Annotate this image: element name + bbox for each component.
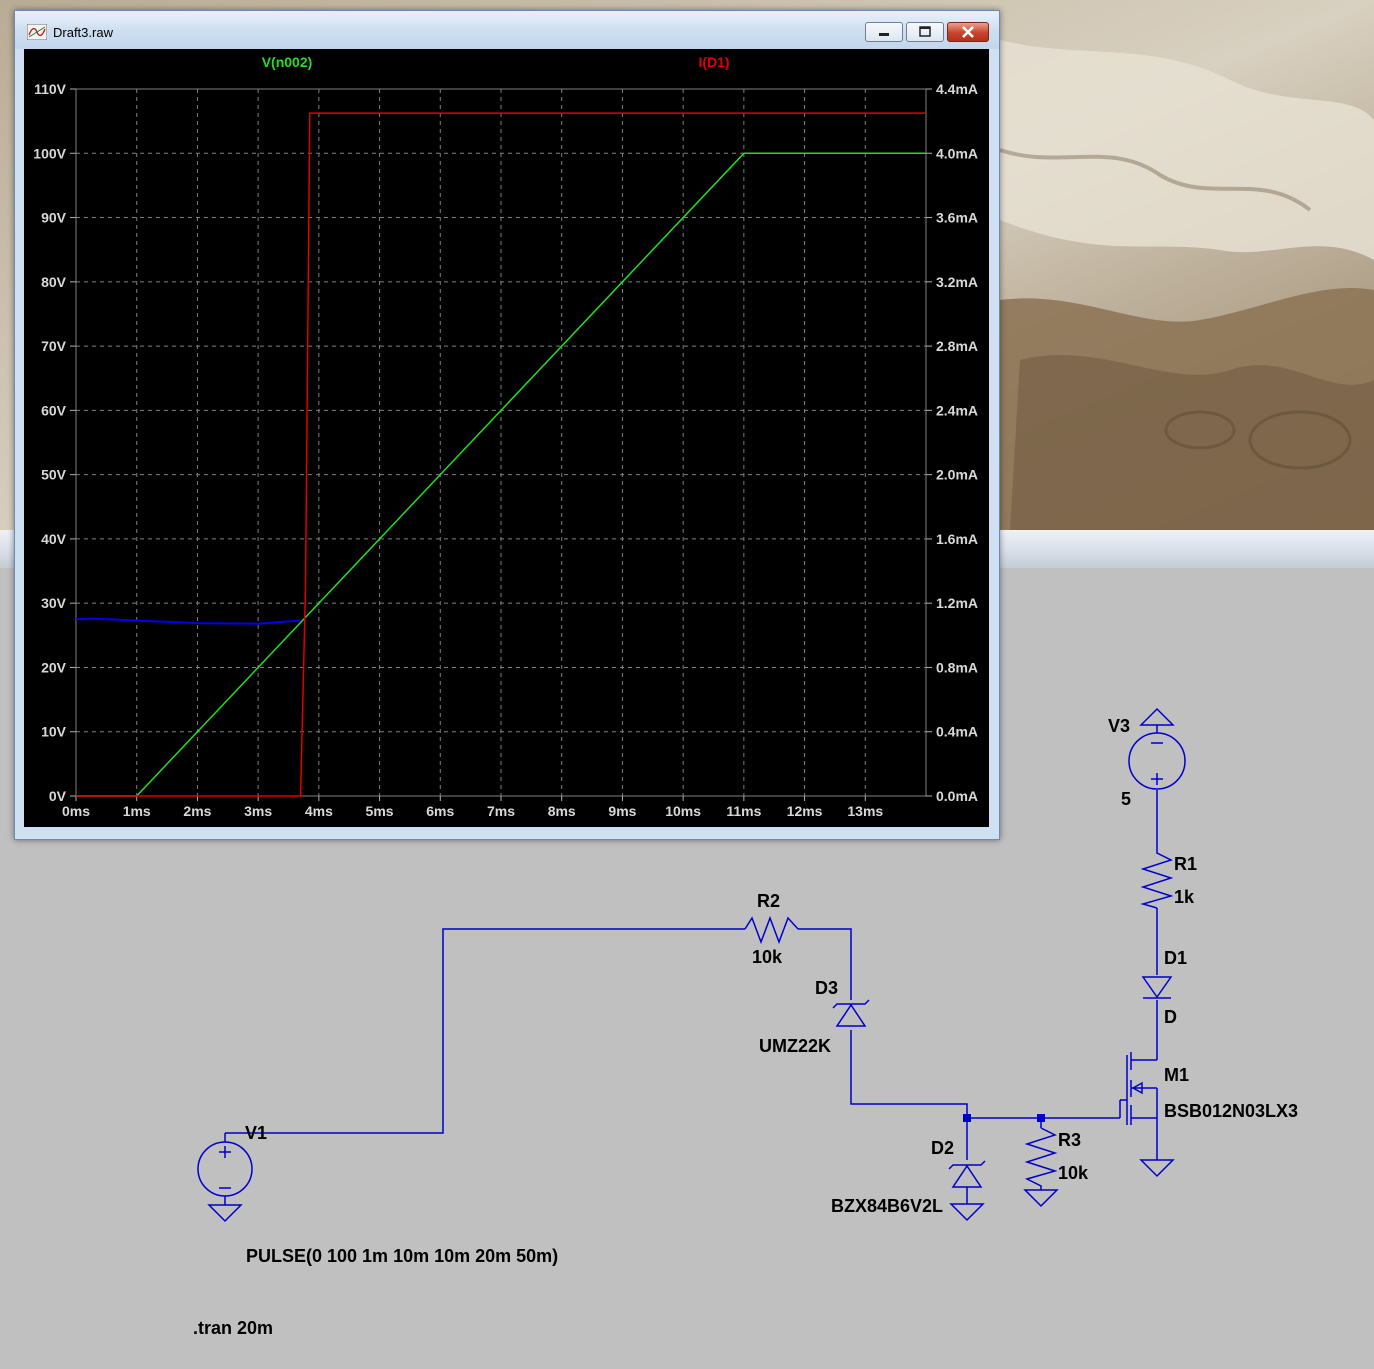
maximize-button[interactable] — [906, 22, 944, 42]
minimize-icon — [879, 33, 889, 36]
y-right-tick-label: 1.6mA — [936, 531, 978, 547]
y-right-tick-label: 2.8mA — [936, 338, 978, 354]
y-right-tick-label: 0.8mA — [936, 659, 978, 675]
x-tick-label: 2ms — [183, 803, 211, 819]
d2-value-label[interactable]: BZX84B6V2L — [831, 1196, 943, 1217]
x-tick-label: 5ms — [366, 803, 394, 819]
x-tick-label: 12ms — [787, 803, 823, 819]
y-left-tick-label: 90V — [41, 210, 67, 226]
y-right-tick-label: 2.0mA — [936, 467, 978, 483]
y-left-tick-label: 40V — [41, 531, 67, 547]
y-right-tick-label: 4.0mA — [936, 145, 978, 161]
v3-name-label[interactable]: V3 — [1108, 716, 1130, 737]
window-titlebar[interactable]: Draft3.raw — [15, 11, 999, 49]
wire-d3-to-node — [850, 1030, 1120, 1119]
y-right-tick-label: 1.2mA — [936, 595, 978, 611]
y-left-tick-label: 30V — [41, 595, 67, 611]
r2-resistor-symbol — [744, 915, 799, 945]
d1-name-label[interactable]: D1 — [1164, 948, 1187, 969]
waveform-app-icon — [27, 24, 47, 40]
d3-zener-symbol — [832, 999, 870, 1027]
legend-i-d1: I(D1) — [698, 54, 729, 70]
y-left-tick-label: 100V — [33, 145, 66, 161]
y-left-tick-label: 10V — [41, 724, 67, 740]
x-tick-label: 13ms — [847, 803, 883, 819]
junction-dot-r3 — [1037, 1114, 1045, 1122]
r1-resistor-symbol — [1140, 850, 1174, 909]
series-line — [75, 617, 301, 625]
r1-name-label[interactable]: R1 — [1174, 854, 1197, 875]
tran-directive[interactable]: .tran 20m — [193, 1318, 273, 1339]
x-tick-label: 9ms — [608, 803, 636, 819]
x-tick-label: 10ms — [665, 803, 701, 819]
plot-area[interactable]: 0ms 1ms 2ms 3ms 4ms 5ms 6ms 7ms 8ms 9ms 10ms 11ms 12… — [24, 49, 989, 827]
waveform-window[interactable]: Draft3.raw 0ms 1ms 2ms 3ms 4ms 5ms 6ms 7ms 8ms 9m… — [14, 10, 1000, 840]
d3-value-label[interactable]: UMZ22K — [759, 1036, 831, 1057]
y-right-tick-label: 3.6mA — [936, 210, 978, 226]
junction-dot-d2 — [963, 1114, 971, 1122]
v3-value-label[interactable]: 5 — [1121, 789, 1131, 810]
y-left-tick-label: 110V — [34, 81, 67, 97]
r2-name-label[interactable]: R2 — [757, 891, 780, 912]
y-right-tick-label: 0.0mA — [936, 788, 978, 804]
y-right-tick-label: 0.4mA — [936, 724, 978, 740]
y-left-tick-label: 70V — [41, 338, 67, 354]
x-tick-label: 3ms — [244, 803, 272, 819]
maximize-icon — [919, 26, 931, 37]
v1-name-label[interactable]: V1 — [245, 1123, 267, 1144]
x-tick-label: 11ms — [726, 803, 761, 819]
series-line — [76, 112, 926, 797]
wire-v1-to-r2 — [225, 928, 745, 1134]
legend-v-n002: V(n002) — [262, 54, 313, 70]
r1-value-label[interactable]: 1k — [1174, 887, 1194, 908]
waveform-plot[interactable]: 0ms 1ms 2ms 3ms 4ms 5ms 6ms 7ms 8ms 9ms 10ms 11ms 12… — [24, 49, 989, 827]
d2-zener-symbol — [948, 1160, 986, 1222]
r3-resistor-symbol — [1023, 1127, 1059, 1208]
y-left-tick-label: 60V — [41, 402, 67, 418]
close-button[interactable] — [947, 22, 989, 42]
v3-source-symbol — [1128, 707, 1186, 790]
y-left-tick-label: 80V — [41, 274, 67, 290]
close-icon — [962, 26, 974, 38]
y-right-tick-label: 3.2mA — [936, 274, 978, 290]
window-title: Draft3.raw — [53, 25, 113, 40]
y-left-tick-label: 0V — [49, 788, 67, 804]
x-tick-label: 0ms — [62, 803, 90, 819]
d1-diode-symbol — [1141, 976, 1173, 999]
x-tick-label: 6ms — [426, 803, 454, 819]
y-left-tick-label: 20V — [41, 659, 67, 675]
x-tick-label: 4ms — [305, 803, 333, 819]
y-right-tick-label: 2.4mA — [936, 402, 978, 418]
r2-value-label[interactable]: 10k — [752, 947, 782, 968]
x-tick-label: 7ms — [487, 803, 515, 819]
v1-source-symbol — [197, 1133, 253, 1223]
m1-value-label[interactable]: BSB012N03LX3 — [1164, 1101, 1298, 1122]
x-tick-label: 1ms — [123, 803, 151, 819]
m1-name-label[interactable]: M1 — [1164, 1065, 1189, 1086]
y-left-tick-label: 50V — [41, 467, 67, 483]
x-tick-label: 8ms — [548, 803, 576, 819]
r3-value-label[interactable]: 10k — [1058, 1163, 1088, 1184]
d3-name-label[interactable]: D3 — [815, 978, 838, 999]
y-right-tick-label: 4.4mA — [936, 81, 978, 97]
v1-value-label[interactable]: PULSE(0 100 1m 10m 10m 20m 50m) — [246, 1246, 558, 1267]
minimize-button[interactable] — [865, 22, 903, 42]
d2-name-label[interactable]: D2 — [931, 1138, 954, 1159]
d1-value-label[interactable]: D — [1164, 1007, 1177, 1028]
r3-name-label[interactable]: R3 — [1058, 1130, 1081, 1151]
